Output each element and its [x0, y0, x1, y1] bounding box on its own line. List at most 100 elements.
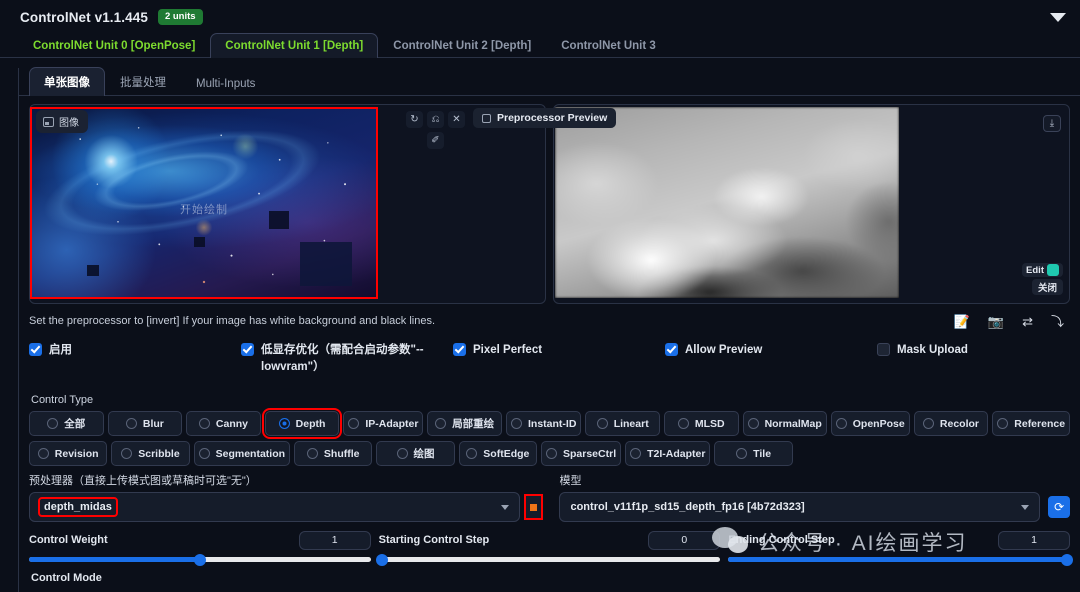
- note-edit-icon[interactable]: 📝: [954, 315, 970, 328]
- close-icon[interactable]: ✕: [448, 111, 465, 128]
- preprocessor-preview-panel[interactable]: ⤓ Edit 关闭: [553, 104, 1070, 304]
- control-type-sparsectrl[interactable]: SparseCtrl: [541, 441, 622, 466]
- edit-pen-icon[interactable]: ✐: [427, 132, 444, 149]
- radio-icon: [37, 448, 49, 459]
- undo-icon[interactable]: ⎌: [427, 111, 444, 128]
- radio-icon: [546, 448, 557, 459]
- control-type-label-text: IP-Adapter: [365, 417, 419, 430]
- radio-icon: [736, 448, 748, 459]
- control-type-lineart[interactable]: Lineart: [585, 411, 660, 436]
- ending-step-knob[interactable]: [1060, 553, 1073, 566]
- starting-step-value[interactable]: 0: [648, 530, 721, 550]
- controlnet-panel: ControlNet v1.1.445 2 units ControlNet U…: [0, 0, 1080, 592]
- ending-step-label: Ending Control Step: [728, 534, 835, 546]
- control-type-blur[interactable]: Blur: [107, 411, 183, 436]
- checkbox-pixel-perfect-box[interactable]: [453, 343, 466, 356]
- preprocessor-dropdown[interactable]: depth_midas: [29, 492, 520, 522]
- control-type-segmentation[interactable]: Segmentation: [193, 441, 291, 466]
- checkbox-lowvram-label: 低显存优化（需配合启动参数"--lowvram"）: [261, 344, 424, 373]
- control-type-mlsd[interactable]: MLSD: [663, 411, 739, 436]
- control-type-recolor[interactable]: Recolor: [913, 411, 989, 436]
- control-type-shuffle[interactable]: Shuffle: [294, 441, 373, 466]
- control-type-openpose[interactable]: OpenPose: [830, 411, 910, 436]
- source-image-panel[interactable]: 图像 开始绘制 ↻ ⎌ ✕ ✐ Preprocessor Preview: [29, 104, 617, 304]
- control-type-scribble[interactable]: Scribble: [111, 441, 190, 466]
- artwork-watermark: 开始绘制: [180, 204, 228, 217]
- radio-icon: [510, 418, 522, 429]
- control-type-label-text: Lineart: [613, 417, 649, 430]
- decor-cube: [193, 236, 205, 247]
- control-type-reference[interactable]: Reference: [992, 411, 1071, 436]
- send-arrow-icon[interactable]: ⤵: [1051, 315, 1064, 328]
- control-type-softedge[interactable]: SoftEdge: [458, 441, 537, 466]
- control-type-normalmap[interactable]: NormalMap: [742, 411, 827, 436]
- model-label: 模型: [559, 475, 582, 487]
- checkbox-enable-box[interactable]: [29, 343, 42, 356]
- starting-step-track[interactable]: [376, 553, 721, 566]
- control-type-tile[interactable]: Tile: [714, 441, 793, 466]
- depth-map-thumbnail[interactable]: [555, 107, 899, 298]
- starting-step-knob[interactable]: [376, 553, 389, 566]
- control-type-revision[interactable]: Revision: [29, 441, 108, 466]
- radio-icon: [121, 448, 133, 459]
- image-badge-label: 图像: [59, 118, 79, 129]
- control-type-label: Control Type: [31, 394, 94, 406]
- tab-unit-0[interactable]: ControlNet Unit 0 [OpenPose]: [18, 33, 210, 58]
- control-type-t2i-adapter[interactable]: T2I-Adapter: [625, 441, 711, 466]
- checkbox-mask-upload[interactable]: Mask Upload: [877, 342, 968, 359]
- preprocessor-block: 预处理器（直接上传模式图或草稿时可选"无"） depth_midas: [29, 472, 520, 522]
- radio-icon: [677, 418, 689, 429]
- control-weight-value[interactable]: 1: [298, 530, 371, 550]
- swap-icon[interactable]: ⇄: [1022, 315, 1033, 328]
- control-weight-slider: Control Weight 1: [29, 530, 371, 566]
- checkbox-lowvram[interactable]: 低显存优化（需配合启动参数"--lowvram"）: [241, 342, 453, 375]
- tab-batch[interactable]: 批量处理: [105, 67, 181, 96]
- checkbox-allow-preview[interactable]: Allow Preview: [665, 342, 877, 359]
- control-type-instant-id[interactable]: Instant-ID: [505, 411, 582, 436]
- source-image-thumbnail[interactable]: 开始绘制: [30, 107, 378, 299]
- image-badge: 图像: [36, 110, 88, 133]
- control-weight-label: Control Weight: [29, 534, 108, 546]
- model-dropdown[interactable]: control_v11f1p_sd15_depth_fp16 [4b72d323…: [559, 492, 1041, 522]
- checkbox-pixel-perfect[interactable]: Pixel Perfect: [453, 342, 665, 359]
- radio-icon: [278, 418, 290, 429]
- image-toolbar: ↻ ⎌ ✕ ✐: [406, 111, 465, 149]
- control-type-label-text: OpenPose: [852, 417, 905, 430]
- tab-unit-3[interactable]: ControlNet Unit 3: [546, 33, 671, 58]
- chevron-down-icon[interactable]: [1050, 12, 1066, 22]
- control-type-all[interactable]: 全部: [29, 411, 104, 436]
- radio-icon: [997, 418, 1009, 429]
- control-type-canny[interactable]: Canny: [186, 411, 261, 436]
- tab-single-image[interactable]: 单张图像: [29, 67, 105, 96]
- checkbox-enable[interactable]: 启用: [29, 342, 241, 359]
- decor-cube: [300, 242, 353, 287]
- control-type-ip-adapter[interactable]: IP-Adapter: [343, 411, 424, 436]
- run-preprocessor-icon[interactable]: [523, 494, 544, 520]
- control-type-label-text: 绘图: [413, 448, 435, 460]
- checkbox-lowvram-box[interactable]: [241, 343, 254, 356]
- edit-button[interactable]: Edit: [1022, 263, 1063, 277]
- galaxy-artwork: 开始绘制: [32, 109, 376, 297]
- ending-step-value[interactable]: 1: [998, 530, 1071, 550]
- checkbox-mask-upload-box[interactable]: [877, 343, 890, 356]
- control-type-depth[interactable]: Depth: [261, 408, 343, 439]
- tab-unit-1[interactable]: ControlNet Unit 1 [Depth]: [210, 33, 379, 58]
- decor-cube: [87, 265, 100, 277]
- control-type-label-text: Scribble: [138, 447, 180, 460]
- download-icon[interactable]: ⤓: [1043, 115, 1061, 132]
- refresh-icon[interactable]: ⟳: [1048, 496, 1070, 518]
- checkbox-allow-preview-box[interactable]: [665, 343, 678, 356]
- tab-unit-2[interactable]: ControlNet Unit 2 [Depth]: [378, 33, 546, 58]
- control-type-label-text: Revision: [54, 447, 99, 460]
- reset-icon[interactable]: ↻: [406, 111, 423, 128]
- ending-step-track[interactable]: [728, 553, 1073, 566]
- close-preview-button[interactable]: 关闭: [1031, 279, 1063, 295]
- control-weight-track[interactable]: [29, 553, 371, 566]
- control-type-sketch[interactable]: 绘图: [376, 441, 455, 466]
- control-type-inpaint[interactable]: 局部重绘: [427, 411, 502, 436]
- camera-icon[interactable]: 📷: [988, 315, 1004, 328]
- radio-icon: [348, 418, 360, 429]
- preview-frame-icon: [482, 113, 491, 123]
- tab-multi-inputs[interactable]: Multi-Inputs: [181, 71, 270, 96]
- control-weight-knob[interactable]: [193, 553, 206, 566]
